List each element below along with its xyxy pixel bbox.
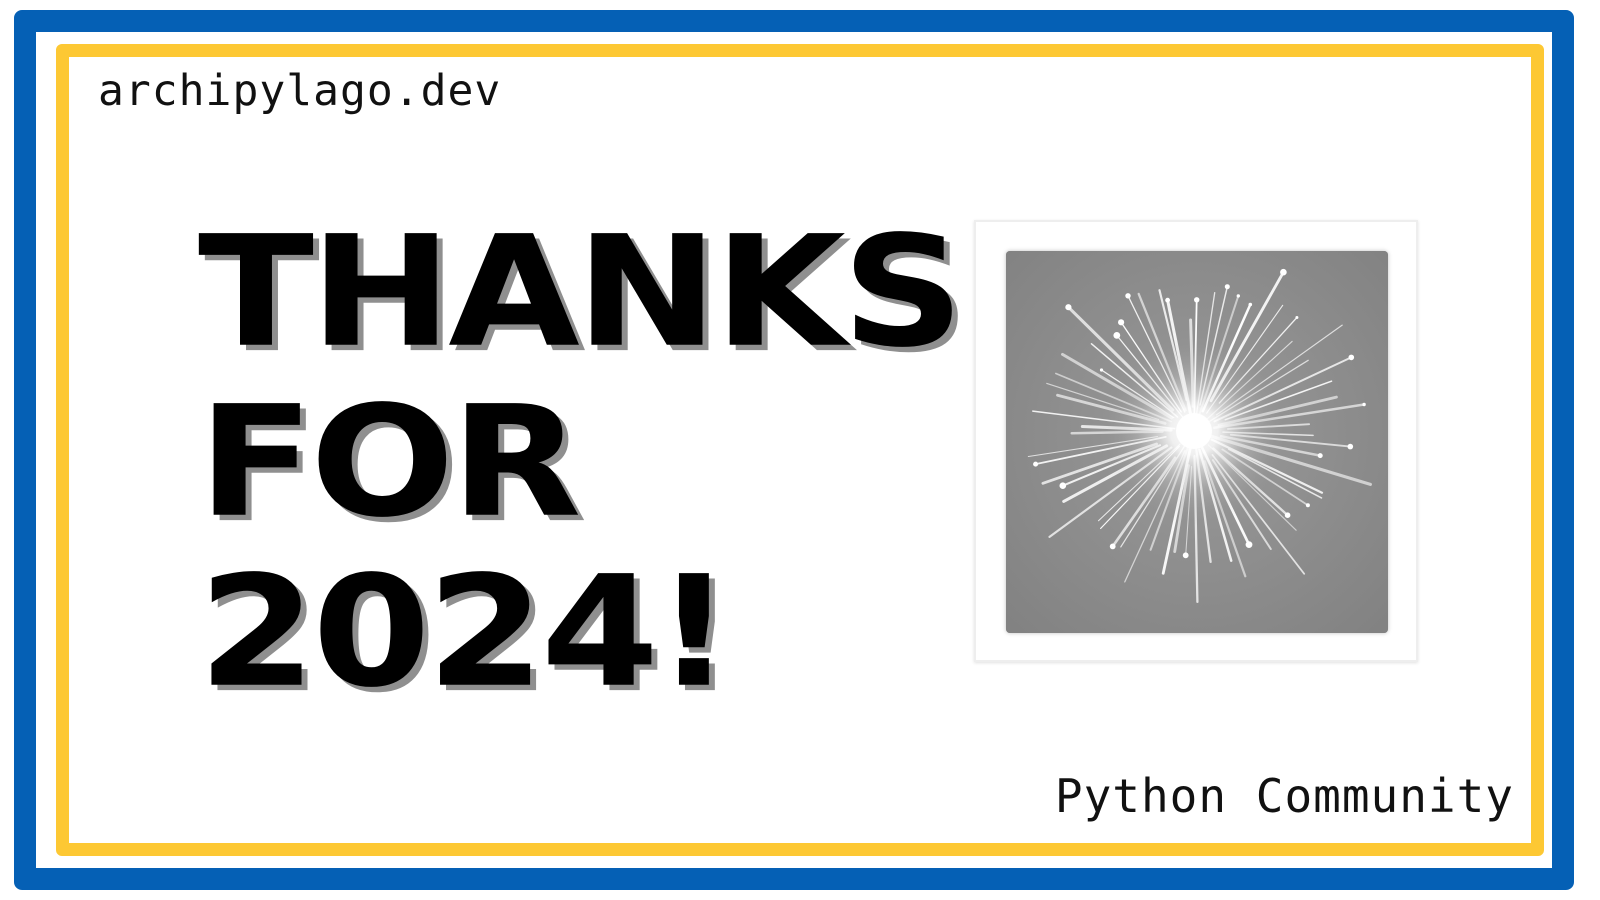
burst-core xyxy=(1176,413,1212,449)
headline-line-for: FOR xyxy=(198,373,582,552)
burst-spark xyxy=(1236,294,1240,298)
burst-spark xyxy=(1245,541,1253,548)
burst-spark xyxy=(1182,552,1189,559)
burst-spark xyxy=(1118,319,1125,326)
firework-photo xyxy=(1006,251,1388,633)
burst-spark xyxy=(1033,461,1039,467)
burst-spark xyxy=(1059,482,1067,489)
burst-spark xyxy=(1194,297,1200,303)
burst-spark xyxy=(1224,284,1230,290)
headline: THANKS FOR 2024! xyxy=(198,203,964,726)
burst-spark xyxy=(1348,354,1355,361)
burst-spark xyxy=(1295,316,1299,319)
burst-spark xyxy=(1248,302,1253,307)
burst-spark xyxy=(1165,297,1170,303)
burst-spark xyxy=(1099,368,1104,372)
community-label: Python Community xyxy=(1054,769,1514,823)
burst-spark xyxy=(1065,304,1072,311)
burst-spark xyxy=(1305,503,1310,508)
headline-line-thanks: THANKS xyxy=(198,203,964,382)
burst-spark xyxy=(1125,293,1131,299)
burst-spark xyxy=(1347,443,1354,450)
burst-spark xyxy=(1280,268,1287,276)
site-url: archipylago.dev xyxy=(98,66,502,116)
headline-line-year: 2024! xyxy=(198,543,733,722)
burst-spark xyxy=(1284,512,1291,518)
firework-burst-icon xyxy=(1006,251,1388,633)
burst-spark xyxy=(1362,402,1366,407)
burst-spark xyxy=(1317,453,1323,459)
burst-spark xyxy=(1109,543,1116,550)
burst-spark xyxy=(1113,332,1121,339)
firework-photo-card xyxy=(974,220,1418,662)
